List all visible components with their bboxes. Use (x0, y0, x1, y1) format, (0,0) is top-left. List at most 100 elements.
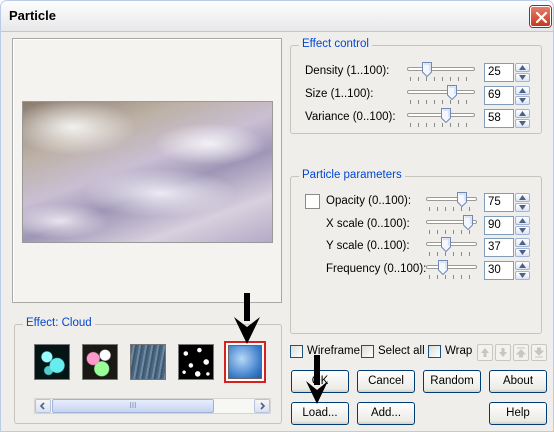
frequency-down-button[interactable] (515, 271, 530, 280)
about-button[interactable]: About (489, 370, 547, 393)
density-down-button[interactable] (515, 73, 530, 82)
triangle-down-icon (519, 121, 526, 126)
slider-track[interactable] (407, 67, 475, 71)
scroll-left-button[interactable] (35, 399, 51, 413)
select-all-checkbox[interactable] (361, 345, 374, 358)
size-slider[interactable] (407, 85, 475, 104)
slider-track[interactable] (426, 242, 477, 246)
chevron-left-icon (39, 402, 45, 410)
frequency-label: Frequency (0..100): (326, 263, 427, 275)
slider-ticks (410, 100, 472, 104)
size-up-button[interactable] (515, 86, 530, 95)
x-scale-slider[interactable] (426, 215, 477, 234)
slider-thumb[interactable] (438, 260, 448, 276)
slider-thumb[interactable] (441, 108, 451, 124)
preview-panel (12, 38, 282, 303)
help-button[interactable]: Help (489, 402, 547, 425)
slider-thumb[interactable] (463, 215, 473, 231)
wireframe-checkbox[interactable] (290, 345, 303, 358)
load-button[interactable]: Load... (291, 402, 349, 425)
triangle-up-icon (519, 240, 526, 245)
scroll-right-button[interactable] (254, 399, 270, 413)
effect-bubbles-thumbnail[interactable] (34, 344, 70, 380)
add-button[interactable]: Add... (357, 402, 415, 425)
random-button[interactable]: Random (423, 370, 481, 393)
effect-gallery-label: Effect: Cloud (23, 317, 95, 329)
particle-dialog: Particle Effect control Density (1..100)… (0, 0, 554, 432)
move-bottom-button[interactable] (531, 344, 547, 361)
triangle-up-icon (519, 88, 526, 93)
chevron-right-icon (260, 402, 266, 410)
wrap-label: Wrap (445, 345, 473, 357)
y-scale-down-button[interactable] (515, 248, 530, 257)
effect-cloud-thumbnail[interactable] (224, 341, 266, 383)
wrap-checkbox[interactable] (428, 345, 441, 358)
variance-slider[interactable] (407, 108, 475, 127)
cloud-preview-image (22, 101, 273, 243)
y-scale-value[interactable]: 37 (484, 238, 514, 257)
arrow-top-icon (516, 347, 526, 358)
move-down-button[interactable] (495, 344, 511, 361)
triangle-down-icon (519, 98, 526, 103)
slider-ticks (410, 123, 472, 127)
particle-parameters-label: Particle parameters (299, 169, 405, 181)
density-spinner[interactable]: 25 (484, 63, 530, 82)
x-scale-down-button[interactable] (515, 226, 530, 235)
y-scale-slider[interactable] (426, 237, 477, 256)
slider-thumb[interactable] (447, 85, 457, 101)
scroll-thumb[interactable]: III (52, 399, 214, 413)
density-up-button[interactable] (515, 63, 530, 72)
arrow-bottom-icon (534, 347, 544, 358)
slider-track[interactable] (426, 197, 477, 201)
size-down-button[interactable] (515, 96, 530, 105)
effect-glow-thumbnail[interactable] (82, 344, 118, 380)
move-up-button[interactable] (477, 344, 493, 361)
slider-track[interactable] (426, 265, 477, 269)
opacity-up-button[interactable] (515, 193, 530, 202)
variance-up-button[interactable] (515, 109, 530, 118)
opacity-spinner[interactable]: 75 (484, 193, 530, 212)
triangle-down-icon (519, 273, 526, 278)
variance-value[interactable]: 58 (484, 109, 514, 128)
opacity-slider[interactable] (426, 192, 477, 211)
x-scale-spinner[interactable]: 90 (484, 216, 530, 235)
size-value[interactable]: 69 (484, 86, 514, 105)
triangle-up-icon (519, 111, 526, 116)
effect-control-label: Effect control (299, 38, 372, 50)
opacity-down-button[interactable] (515, 203, 530, 212)
annotation-arrow-down-icon (306, 355, 328, 404)
y-scale-up-button[interactable] (515, 238, 530, 247)
variance-spinner[interactable]: 58 (484, 109, 530, 128)
variance-down-button[interactable] (515, 119, 530, 128)
opacity-value[interactable]: 75 (484, 193, 514, 212)
frequency-spinner[interactable]: 30 (484, 261, 530, 280)
slider-track[interactable] (407, 90, 475, 94)
move-top-button[interactable] (513, 344, 529, 361)
slider-thumb[interactable] (422, 62, 432, 78)
opacity-checkbox[interactable] (305, 194, 320, 209)
triangle-up-icon (519, 218, 526, 223)
close-icon (535, 11, 548, 24)
size-spinner[interactable]: 69 (484, 86, 530, 105)
frequency-slider[interactable] (426, 260, 477, 279)
slider-thumb[interactable] (441, 237, 451, 253)
cancel-button[interactable]: Cancel (357, 370, 415, 393)
annotation-arrow-down-icon (234, 293, 260, 344)
density-value[interactable]: 25 (484, 63, 514, 82)
slider-ticks (429, 230, 474, 234)
x-scale-value[interactable]: 90 (484, 216, 514, 235)
triangle-up-icon (519, 195, 526, 200)
slider-thumb[interactable] (457, 192, 467, 208)
frequency-up-button[interactable] (515, 261, 530, 270)
effect-snow-thumbnail[interactable] (178, 344, 214, 380)
triangle-up-icon (519, 65, 526, 70)
select-all-label: Select all (378, 345, 425, 357)
y-scale-spinner[interactable]: 37 (484, 238, 530, 257)
title-bar: Particle (1, 1, 553, 32)
close-button[interactable] (530, 6, 551, 27)
frequency-value[interactable]: 30 (484, 261, 514, 280)
density-slider[interactable] (407, 62, 475, 81)
x-scale-up-button[interactable] (515, 216, 530, 225)
effect-rain-thumbnail[interactable] (130, 344, 166, 380)
gallery-scrollbar[interactable]: III (34, 398, 271, 414)
